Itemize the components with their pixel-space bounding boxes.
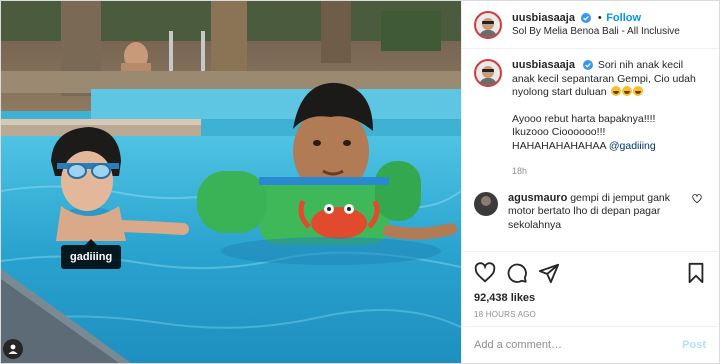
post-side-panel: uusbiasaaja • Follow Sol By Melia Benoa …: [461, 1, 719, 363]
share-icon: [538, 263, 560, 284]
emoji-icon: [610, 86, 621, 96]
emoji-icon: [632, 86, 643, 96]
user-tag-label: gadiiing: [70, 251, 113, 263]
comment-input[interactable]: [474, 339, 683, 351]
share-button[interactable]: [538, 262, 560, 284]
comment-icon: [507, 263, 527, 283]
user-tag-bubble[interactable]: gadiiing: [61, 239, 122, 269]
action-bar: [474, 260, 706, 286]
instagram-post: gadiiing uusbiasaaja • Follow Sol By Mel…: [0, 0, 720, 364]
verified-badge-icon: [582, 60, 593, 70]
person-icon: [8, 344, 18, 354]
pool-scene: [1, 1, 461, 363]
actions-area: 92,438 likes 18 HOURS AGO: [462, 251, 718, 319]
likes-count[interactable]: 92,438 likes: [474, 292, 706, 304]
caption-mention-link[interactable]: @gadiiing: [609, 140, 656, 152]
author-username[interactable]: uusbiasaaja: [512, 12, 575, 24]
add-comment-bar: Post: [462, 326, 718, 363]
caption-username[interactable]: uusbiasaaja: [512, 59, 575, 71]
like-button[interactable]: [474, 262, 496, 284]
user-tag-icon[interactable]: [3, 339, 23, 359]
caption-line: HAHAHAHAHAHAA: [512, 139, 609, 152]
commenter-username[interactable]: agusmauro: [508, 192, 567, 204]
comment-item: agusmauro gempi di jemput gank motor ber…: [474, 191, 706, 233]
emoji-icon: [621, 86, 632, 96]
post-timestamp[interactable]: 18 HOURS AGO: [474, 310, 706, 319]
header-separator: •: [597, 12, 602, 24]
caption: uusbiasaaja Sori nih anak kecil anak kec…: [474, 59, 706, 179]
caption-time: 18h: [512, 166, 528, 176]
caption-line: Ikuzooo Cioooooo!!!: [512, 126, 606, 138]
caption-avatar[interactable]: [474, 59, 502, 87]
follow-button[interactable]: Follow: [606, 12, 641, 24]
comment-button[interactable]: [506, 262, 528, 284]
bookmark-icon: [688, 262, 704, 284]
location-link[interactable]: Sol By Melia Benoa Bali - All Inclusive: [512, 25, 680, 39]
post-comment-button[interactable]: Post: [682, 339, 706, 351]
heart-icon: [474, 262, 496, 283]
post-photo[interactable]: gadiiing: [1, 1, 461, 363]
save-button[interactable]: [686, 262, 706, 284]
verified-badge-icon: [581, 13, 592, 23]
commenter-avatar[interactable]: [474, 191, 498, 216]
comment-like-heart-icon[interactable]: [692, 193, 702, 204]
comments-section: uusbiasaaja Sori nih anak kecil anak kec…: [462, 59, 718, 232]
post-header: uusbiasaaja • Follow Sol By Melia Benoa …: [462, 1, 719, 49]
caption-line: Ayooo rebut harta bapaknya!!!!: [512, 112, 656, 125]
author-avatar[interactable]: [474, 10, 502, 39]
